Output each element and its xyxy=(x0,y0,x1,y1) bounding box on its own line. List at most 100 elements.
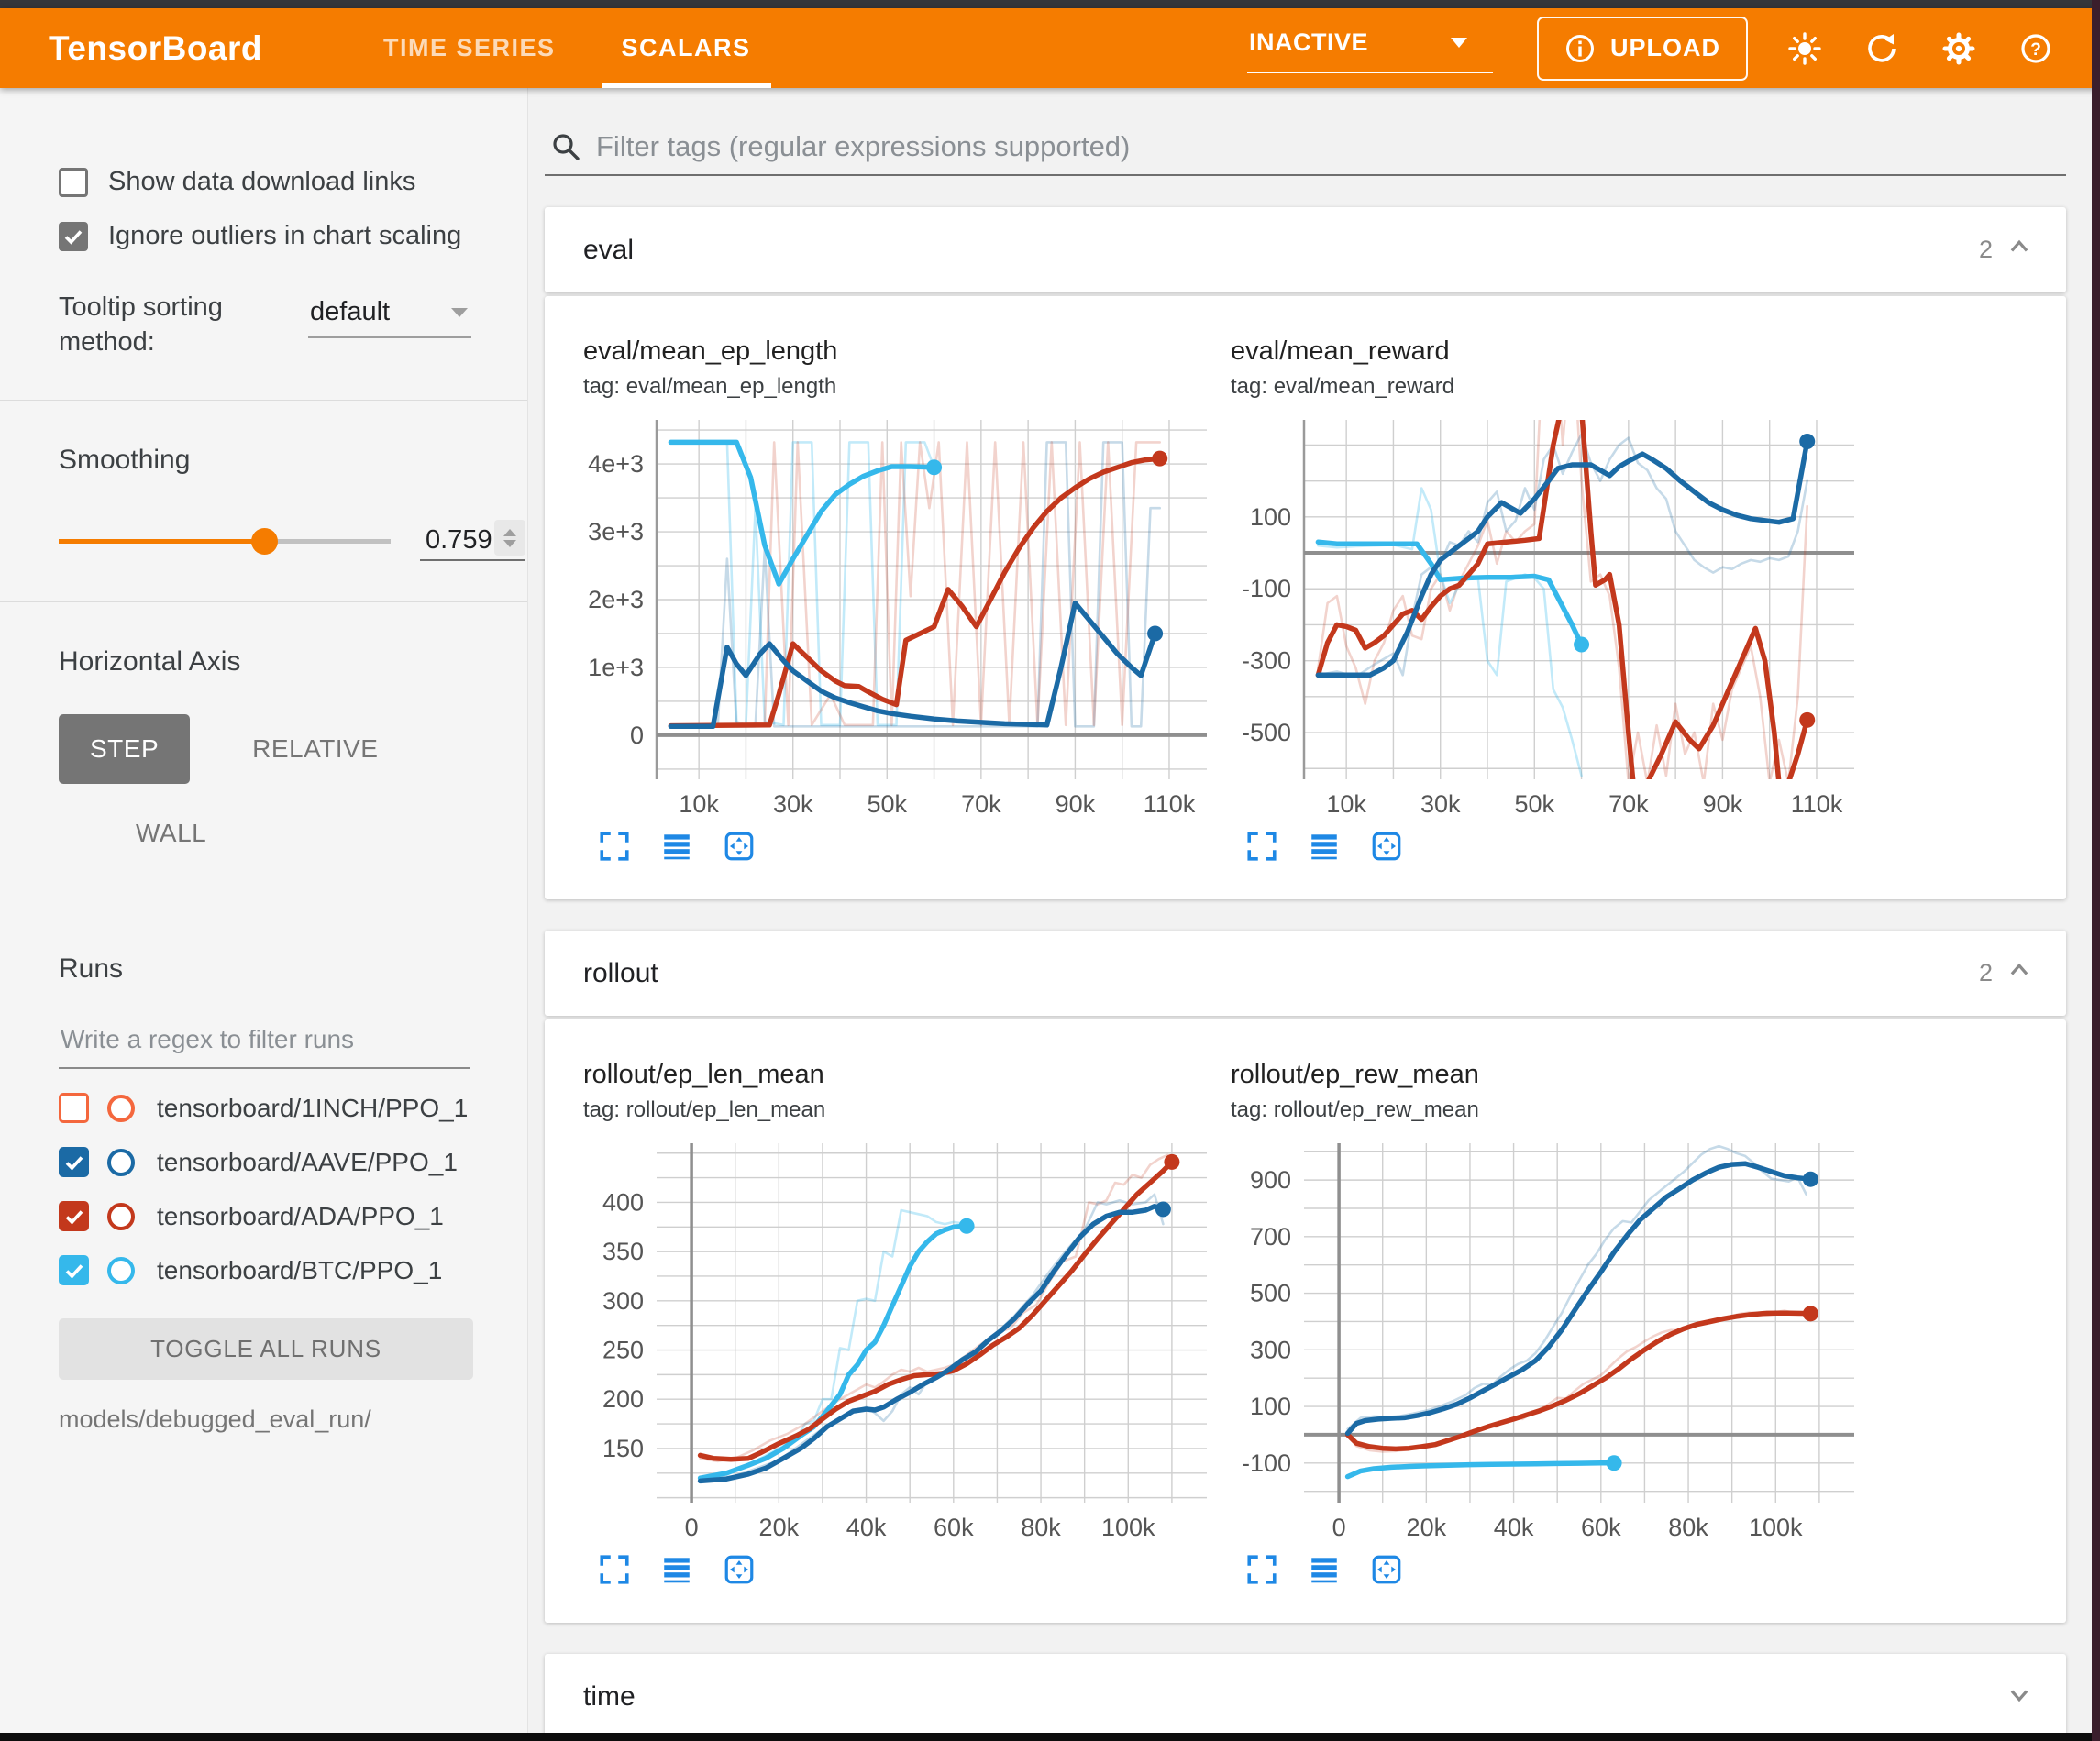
run-checkbox[interactable] xyxy=(59,1147,89,1177)
svg-text:90k: 90k xyxy=(1703,790,1743,818)
svg-text:80k: 80k xyxy=(1021,1514,1061,1541)
fullscreen-icon[interactable] xyxy=(1245,830,1278,863)
runs-selector-icon[interactable] xyxy=(660,1553,693,1586)
run-row[interactable]: tensorboard/BTC/PPO_1 xyxy=(59,1255,481,1285)
svg-text:90k: 90k xyxy=(1056,790,1096,818)
fit-domain-icon[interactable] xyxy=(723,1553,756,1586)
section-title: rollout xyxy=(583,958,658,989)
ignore-outliers-checkbox[interactable] xyxy=(59,222,88,251)
svg-text:100k: 100k xyxy=(1101,1514,1155,1541)
run-row[interactable]: tensorboard/1INCH/PPO_1 xyxy=(59,1093,481,1123)
chart-panel-rollout-ep-len-mean: rollout/ep_len_meantag: rollout/ep_len_m… xyxy=(583,1060,1231,1586)
smoothing-slider[interactable] xyxy=(59,524,391,557)
run-row[interactable]: tensorboard/ADA/PPO_1 xyxy=(59,1201,481,1231)
fullscreen-icon[interactable] xyxy=(1245,1553,1278,1586)
svg-text:80k: 80k xyxy=(1668,1514,1708,1541)
svg-text:700: 700 xyxy=(1250,1223,1291,1251)
svg-text:60k: 60k xyxy=(1581,1514,1621,1541)
sidebar-divider xyxy=(0,400,527,401)
svg-text:-300: -300 xyxy=(1242,647,1291,675)
smoothing-value-box[interactable]: 0.759 xyxy=(420,520,525,561)
svg-text:100: 100 xyxy=(1250,1393,1291,1420)
search-icon xyxy=(550,131,581,162)
app-header: TensorBoard TIME SERIES SCALARS INACTIVE… xyxy=(0,8,2100,88)
chart-title: eval/mean_ep_length xyxy=(583,336,1231,367)
runs-selector-icon[interactable] xyxy=(1308,830,1341,863)
run-label: tensorboard/AAVE/PPO_1 xyxy=(157,1148,458,1177)
tab-time-series[interactable]: TIME SERIES xyxy=(350,8,589,88)
show-download-links-row[interactable]: Show data download links xyxy=(59,167,481,197)
stepper-up-icon[interactable] xyxy=(503,529,516,536)
svg-text:30k: 30k xyxy=(773,790,813,818)
chevron-up-icon[interactable] xyxy=(2006,234,2033,266)
runs-filter-input[interactable] xyxy=(59,1016,470,1069)
tooltip-sorting-label: Tooltip sorting method: xyxy=(59,290,308,359)
show-download-links-checkbox[interactable] xyxy=(59,168,88,197)
chart-plot[interactable]: 020k40k60k80k100k-100100300500700900 xyxy=(1231,1134,1863,1545)
svg-text:-100: -100 xyxy=(1242,1449,1291,1477)
upload-button[interactable]: UPLOAD xyxy=(1537,17,1748,81)
chart-plot[interactable]: 10k30k50k70k90k110k100-100-300-500 xyxy=(1231,411,1863,821)
chevron-down-icon[interactable] xyxy=(2006,1680,2033,1713)
svg-text:40k: 40k xyxy=(1494,1514,1534,1541)
chart-plot[interactable]: 020k40k60k80k100k150200250300350400 xyxy=(583,1134,1216,1545)
window-right-edge xyxy=(2092,0,2100,1741)
section-header-time[interactable]: time xyxy=(545,1654,2066,1739)
svg-text:-100: -100 xyxy=(1242,575,1291,602)
tag-filter-bar[interactable] xyxy=(545,123,2066,176)
run-list: tensorboard/1INCH/PPO_1 tensorboard/AAVE/… xyxy=(59,1093,481,1285)
chart-plot-area[interactable]: 020k40k60k80k100k150200250300350400 xyxy=(583,1134,1231,1549)
run-color-ring xyxy=(107,1203,135,1230)
fullscreen-icon[interactable] xyxy=(598,830,631,863)
axis-relative-button[interactable]: RELATIVE xyxy=(221,714,409,784)
runs-path-label: models/debugged_eval_run/ xyxy=(59,1405,481,1434)
tag-filter-input[interactable] xyxy=(596,130,2062,163)
smoothing-label: Smoothing xyxy=(59,445,481,476)
chevron-down-icon xyxy=(451,308,468,317)
chart-tag-label: tag: rollout/ep_rew_mean xyxy=(1231,1097,1878,1123)
run-checkbox[interactable] xyxy=(59,1255,89,1285)
browser-bottom-strip xyxy=(0,1733,2100,1741)
ignore-outliers-row[interactable]: Ignore outliers in chart scaling xyxy=(59,221,481,251)
axis-step-button[interactable]: STEP xyxy=(59,714,190,784)
section-header-rollout[interactable]: rollout2 xyxy=(545,931,2066,1016)
fit-domain-icon[interactable] xyxy=(1370,1553,1403,1586)
chart-plot-area[interactable]: 020k40k60k80k100k-100100300500700900 xyxy=(1231,1134,1878,1549)
svg-text:70k: 70k xyxy=(961,790,1001,818)
runs-selector-icon[interactable] xyxy=(660,830,693,863)
chart-panel-rollout-ep-rew-mean: rollout/ep_rew_mean tag: rollout/ep_rew_m… xyxy=(1231,1060,1878,1586)
section-header-eval[interactable]: eval2 xyxy=(545,207,2066,292)
svg-text:?: ? xyxy=(2030,40,2041,60)
chart-plot-area[interactable]: 10k30k50k70k90k110k01e+32e+33e+34e+3 xyxy=(583,411,1231,826)
stepper-down-icon[interactable] xyxy=(503,540,516,547)
run-checkbox[interactable] xyxy=(59,1201,89,1231)
status-dropdown[interactable]: INACTIVE xyxy=(1247,23,1493,73)
smoothing-slider-thumb[interactable] xyxy=(251,528,278,555)
axis-wall-button[interactable]: WALL xyxy=(105,799,238,868)
fit-domain-icon[interactable] xyxy=(723,830,756,863)
fit-domain-icon[interactable] xyxy=(1370,830,1403,863)
tooltip-sorting-dropdown[interactable]: default xyxy=(308,295,471,338)
runs-selector-icon[interactable] xyxy=(1308,1553,1341,1586)
chevron-up-icon[interactable] xyxy=(2006,957,2033,989)
refresh-icon[interactable] xyxy=(1862,28,1902,69)
chart-title: rollout/ep_rew_mean xyxy=(1231,1060,1878,1090)
brightness-icon[interactable] xyxy=(1785,28,1825,69)
run-row[interactable]: tensorboard/AAVE/PPO_1 xyxy=(59,1147,481,1177)
tab-scalars[interactable]: SCALARS xyxy=(589,8,784,88)
help-icon[interactable]: ? xyxy=(2016,28,2056,69)
chevron-down-icon xyxy=(1451,38,1467,48)
settings-gear-icon[interactable] xyxy=(1939,28,1979,69)
smoothing-stepper[interactable] xyxy=(494,520,525,556)
chart-plot-area[interactable]: 10k30k50k70k90k110k100-100-300-500 xyxy=(1231,411,1878,826)
svg-text:40k: 40k xyxy=(846,1514,887,1541)
fullscreen-icon[interactable] xyxy=(598,1553,631,1586)
toggle-all-runs-button[interactable]: TOGGLE ALL RUNS xyxy=(59,1318,473,1380)
sections-root: eval2eval/mean_ep_lengthtag: eval/mean_e… xyxy=(545,207,2066,1739)
svg-text:50k: 50k xyxy=(1515,790,1555,818)
chart-toolbar xyxy=(1231,830,1878,863)
svg-text:300: 300 xyxy=(602,1287,644,1315)
chart-plot[interactable]: 10k30k50k70k90k110k01e+32e+33e+34e+3 xyxy=(583,411,1216,821)
run-checkbox[interactable] xyxy=(59,1093,89,1123)
svg-text:900: 900 xyxy=(1250,1166,1291,1194)
